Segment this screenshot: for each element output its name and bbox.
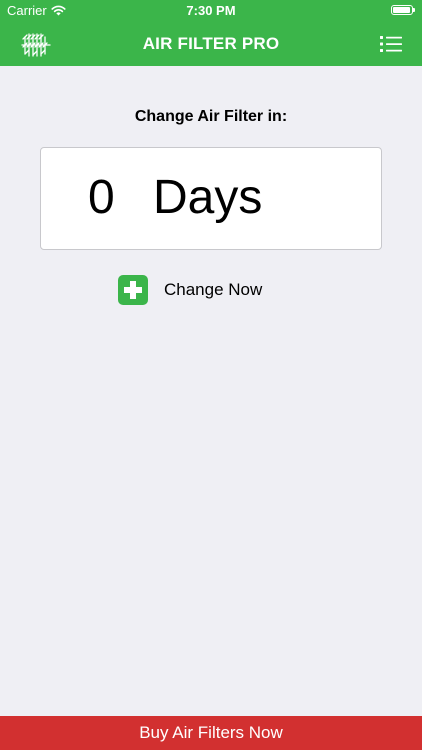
status-time: 7:30 PM <box>186 3 236 18</box>
nav-bar: AIR FILTER PRO <box>0 22 422 66</box>
days-remaining-value: 0 <box>88 171 115 224</box>
plus-icon[interactable] <box>118 275 148 305</box>
battery-icon <box>391 5 415 15</box>
page-title: AIR FILTER PRO <box>142 34 280 53</box>
countdown-display: 0 Days <box>40 147 382 250</box>
status-bar: Carrier 7:30 PM <box>0 0 422 22</box>
change-now-label: Change Now <box>164 280 263 299</box>
change-now-button[interactable]: Change Now <box>118 275 262 305</box>
days-unit-label: Days <box>153 171 263 224</box>
buy-air-filters-button[interactable]: Buy Air Filters Now <box>0 716 422 750</box>
list-menu-icon[interactable] <box>379 33 403 55</box>
countdown-label: Change Air Filter in: <box>134 108 288 125</box>
